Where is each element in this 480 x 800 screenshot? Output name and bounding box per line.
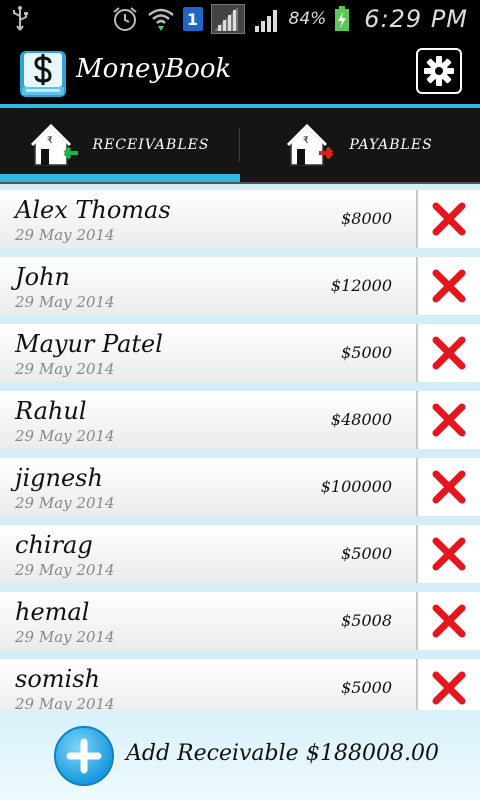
alarm-icon [112, 7, 137, 31]
list-item[interactable]: jignesh 29 May 2014 $100000 [0, 458, 480, 516]
entry-amount: $100000 [320, 477, 392, 496]
entry-date: 29 May 2014 [15, 427, 115, 445]
footer-bar: Add Receivable $188008.00 [0, 710, 480, 800]
delete-button[interactable] [416, 324, 480, 382]
delete-x-icon [432, 336, 466, 370]
entry-name: Alex Thomas [15, 196, 171, 224]
house-arrow-out-icon: ₹ [287, 123, 334, 166]
list-item[interactable]: Rahul 29 May 2014 $48000 [0, 391, 480, 449]
house-arrow-in-icon: ₹ [30, 123, 78, 166]
entry-amount: $8000 [341, 209, 392, 228]
delete-button[interactable] [416, 391, 480, 449]
entry-name: jignesh [15, 464, 103, 492]
status-time: 6:29 PM [364, 5, 468, 33]
entry-amount: $5000 [341, 544, 392, 563]
entry-amount: $5000 [341, 343, 392, 362]
entry-amount: $5000 [341, 678, 392, 697]
app-logo-icon [20, 51, 66, 97]
entry-name: somish [15, 665, 100, 693]
list-item[interactable]: Mayur Patel 29 May 2014 $5000 [0, 324, 480, 382]
signal-box [210, 4, 245, 34]
add-receivable-button[interactable] [54, 726, 114, 786]
entry-date: 29 May 2014 [15, 695, 115, 710]
delete-x-icon [432, 269, 466, 303]
total-amount: $188008.00 [306, 741, 439, 766]
delete-x-icon [432, 403, 466, 437]
entry-date: 29 May 2014 [15, 293, 115, 311]
entry-date: 29 May 2014 [15, 360, 115, 378]
receivables-list[interactable]: Alex Thomas 29 May 2014 $8000 John 29 Ma… [0, 184, 480, 710]
entry-name: Mayur Patel [15, 330, 163, 358]
entry-amount: $5008 [341, 611, 392, 630]
entry-name: Rahul [15, 397, 87, 425]
delete-button[interactable] [416, 458, 480, 516]
entry-name: chirag [15, 531, 93, 559]
delete-x-icon [432, 604, 466, 638]
delete-x-icon [432, 470, 466, 504]
sim-badge: 1 [182, 7, 203, 31]
entry-date: 29 May 2014 [15, 628, 115, 646]
app-title: MoneyBook [76, 54, 232, 84]
delete-button[interactable] [416, 525, 480, 583]
plus-icon [66, 738, 102, 774]
tab-receivables-label: RECEIVABLES [92, 137, 210, 153]
list-item[interactable]: somish 29 May 2014 $5000 [0, 659, 480, 710]
svg-text:₹: ₹ [303, 136, 309, 146]
entry-amount: $48000 [330, 410, 392, 429]
delete-x-icon [432, 537, 466, 571]
entry-date: 29 May 2014 [15, 226, 115, 244]
battery-percent: 84% [288, 9, 327, 29]
gear-icon [424, 56, 454, 86]
delete-button[interactable] [416, 190, 480, 248]
action-bar: MoneyBook [0, 38, 480, 106]
tab-payables[interactable]: ₹ PAYABLES [240, 108, 480, 182]
wifi-icon [147, 8, 174, 31]
tab-receivables[interactable]: ₹ RECEIVABLES [0, 108, 240, 182]
list-item[interactable]: John 29 May 2014 $12000 [0, 257, 480, 315]
list-item[interactable]: Alex Thomas 29 May 2014 $8000 [0, 190, 480, 248]
cell-signal-icon [254, 10, 277, 32]
entry-name: John [15, 263, 70, 291]
delete-button[interactable] [416, 659, 480, 710]
battery-charging-icon [335, 6, 350, 31]
delete-button[interactable] [416, 592, 480, 650]
signal-icon [213, 7, 238, 31]
add-receivable-label[interactable]: Add Receivable [126, 741, 299, 766]
tab-payables-label: PAYABLES [349, 137, 433, 153]
list-item[interactable]: hemal 29 May 2014 $5008 [0, 592, 480, 650]
list-item[interactable]: chirag 29 May 2014 $5000 [0, 525, 480, 583]
tab-selected-indicator [0, 174, 240, 182]
usb-icon [13, 6, 28, 31]
delete-x-icon [432, 202, 466, 236]
svg-text:₹: ₹ [47, 136, 53, 146]
entry-amount: $12000 [330, 276, 392, 295]
settings-button[interactable] [416, 48, 462, 94]
entry-date: 29 May 2014 [15, 561, 115, 579]
delete-x-icon [432, 671, 466, 705]
tab-bar: ₹ RECEIVABLES ₹ PAYABLES [0, 108, 480, 182]
delete-button[interactable] [416, 257, 480, 315]
entry-name: hemal [15, 598, 90, 626]
status-bar: 1 84% 6:29 PM [0, 0, 480, 38]
entry-date: 29 May 2014 [15, 494, 115, 512]
